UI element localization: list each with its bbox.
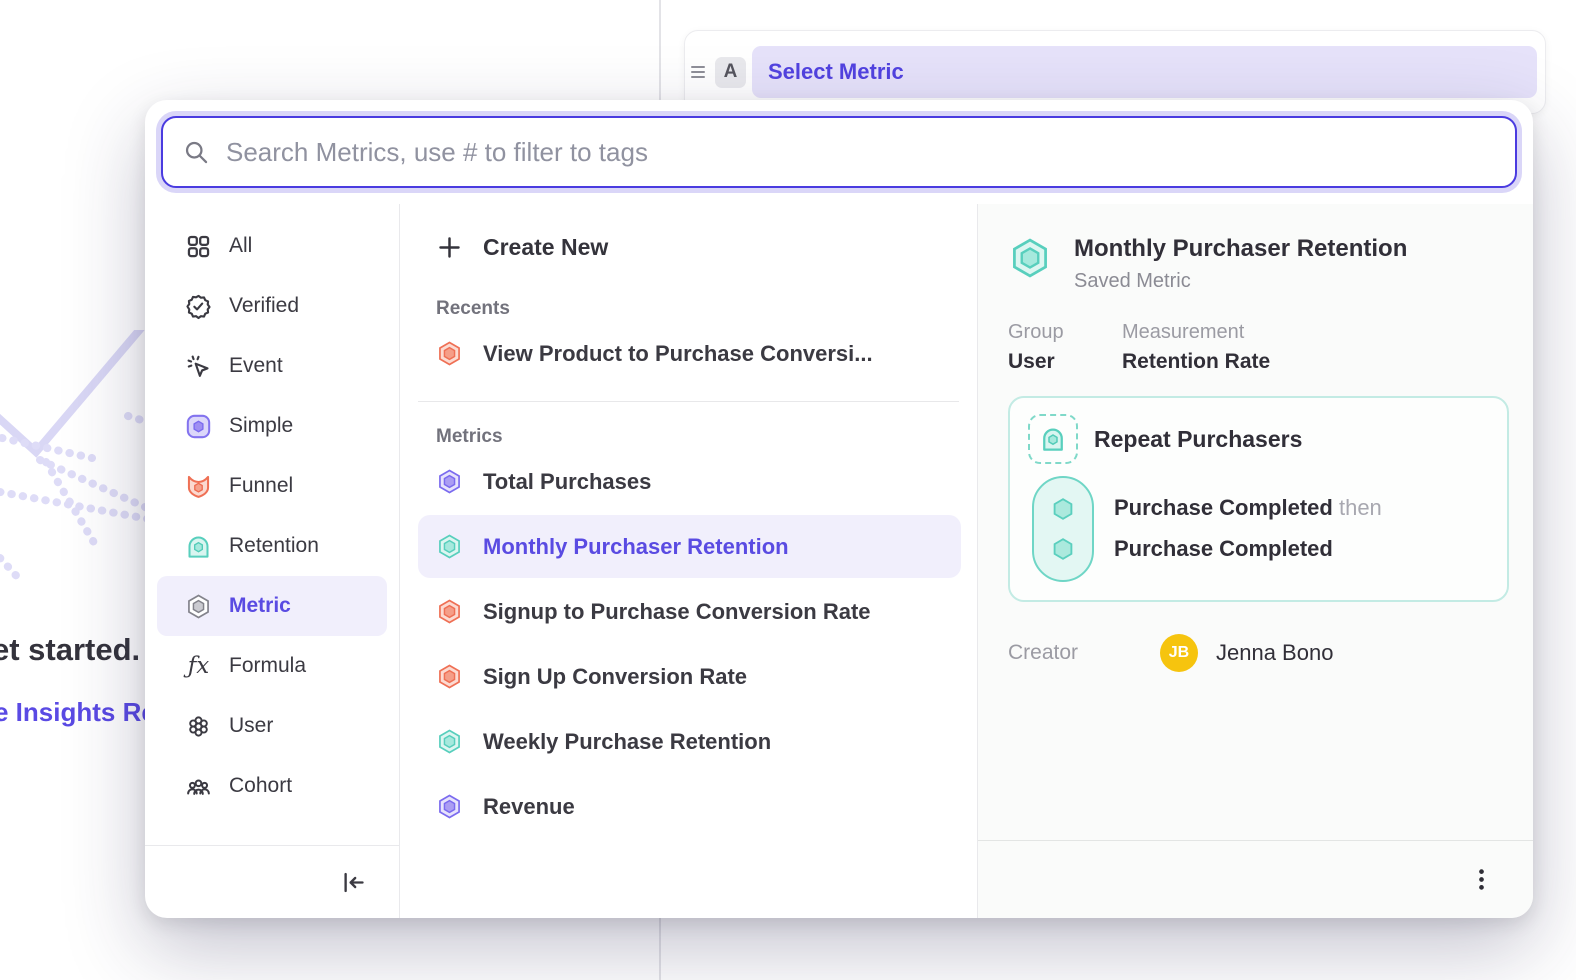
drag-handle-icon[interactable] [691, 66, 709, 78]
filter-sidebar: All Verified [145, 204, 400, 918]
sidebar-item-retention[interactable]: Retention [157, 516, 387, 576]
sidebar-item-label: Retention [229, 534, 319, 558]
metric-detail-panel: Monthly Purchaser Retention Saved Metric… [978, 204, 1533, 918]
retention-metric-hexagon-icon [1008, 236, 1052, 280]
list-item-revenue[interactable]: Revenue [418, 775, 961, 838]
retention-definition-card: Repeat Purchasers [1008, 396, 1509, 602]
behavior-name: Repeat Purchasers [1094, 426, 1302, 453]
event-hexagon-icon [1049, 535, 1077, 563]
sidebar-item-label: Event [229, 354, 283, 378]
section-label-metrics: Metrics [400, 416, 977, 448]
create-new-label: Create New [483, 234, 608, 261]
funnel-metric-hexagon-icon [436, 663, 463, 690]
user-cluster-icon [185, 713, 212, 740]
step-1-event: Purchase Completed [1114, 495, 1333, 520]
sidebar-item-label: Simple [229, 414, 293, 438]
step-connector: then [1339, 495, 1382, 520]
list-item-label: View Product to Purchase Conversi... [483, 341, 873, 367]
sidebar-item-formula[interactable]: ƒx Formula [157, 636, 387, 696]
collapse-sidebar-icon[interactable] [340, 869, 367, 896]
list-item-label: Weekly Purchase Retention [483, 729, 771, 755]
retention-arch-icon [185, 533, 212, 560]
clause-letter-badge: A [715, 57, 746, 88]
sidebar-item-user[interactable]: User [157, 696, 387, 756]
sidebar-item-event[interactable]: Event [157, 336, 387, 396]
creator-label: Creator [1008, 641, 1160, 665]
select-metric-button[interactable]: Select Metric [752, 46, 1537, 98]
funnel-icon [185, 473, 212, 500]
search-input[interactable] [226, 137, 1495, 168]
sidebar-item-simple[interactable]: Simple [157, 396, 387, 456]
funnel-metric-hexagon-icon [436, 340, 463, 367]
retention-metric-hexagon-icon [436, 533, 463, 560]
list-item-label: Signup to Purchase Conversion Rate [483, 599, 871, 625]
list-item-signup-to-purchase-conversion-rate[interactable]: Signup to Purchase Conversion Rate [418, 580, 961, 643]
detail-subtitle: Saved Metric [1074, 270, 1407, 293]
sidebar-item-label: User [229, 714, 273, 738]
sidebar-item-label: Metric [229, 594, 291, 618]
metric-picker-dropdown: All Verified [145, 100, 1533, 918]
sidebar-item-verified[interactable]: Verified [157, 276, 387, 336]
formula-fx-icon: ƒx [185, 653, 212, 680]
creator-name: Jenna Bono [1216, 640, 1333, 666]
list-item-monthly-purchaser-retention[interactable]: Monthly Purchaser Retention [418, 515, 961, 578]
metric-list-panel: Create New Recents View Product to Purch… [400, 204, 978, 918]
list-item-total-purchases[interactable]: Total Purchases [418, 450, 961, 513]
event-hexagon-icon [1049, 495, 1077, 523]
search-icon [183, 139, 210, 166]
grid-icon [185, 233, 212, 260]
simple-metric-icon [185, 413, 212, 440]
simple-metric-hexagon-icon [436, 468, 463, 495]
simple-metric-hexagon-icon [436, 793, 463, 820]
list-item-label: Revenue [483, 794, 575, 820]
metric-hexagon-icon [185, 593, 212, 620]
step-2-event: Purchase Completed [1114, 536, 1333, 561]
list-item-label: Monthly Purchaser Retention [483, 534, 789, 560]
list-item-sign-up-conversion-rate[interactable]: Sign Up Conversion Rate [418, 645, 961, 708]
sidebar-item-metric[interactable]: Metric [157, 576, 387, 636]
verified-badge-icon [185, 293, 212, 320]
sidebar-item-funnel[interactable]: Funnel [157, 456, 387, 516]
sidebar-item-cohort[interactable]: Cohort [157, 756, 387, 816]
create-new-button[interactable]: Create New [400, 220, 977, 274]
list-item-label: Total Purchases [483, 469, 651, 495]
detail-title: Monthly Purchaser Retention [1074, 234, 1407, 264]
list-item-view-product-to-purchase-conversion[interactable]: View Product to Purchase Conversi... [418, 322, 961, 385]
more-options-kebab-icon[interactable] [1468, 866, 1495, 893]
detail-footer [978, 840, 1533, 918]
field-label-measurement: Measurement [1122, 321, 1270, 344]
sidebar-item-all[interactable]: All [157, 216, 387, 276]
sidebar-item-label: Formula [229, 654, 306, 678]
creator-avatar: JB [1160, 634, 1198, 672]
cohort-people-icon [185, 773, 212, 800]
plus-icon [436, 234, 463, 261]
field-value-group: User [1008, 350, 1098, 374]
retention-metric-hexagon-icon [436, 728, 463, 755]
list-item-weekly-purchase-retention[interactable]: Weekly Purchase Retention [418, 710, 961, 773]
event-sequence-capsule [1032, 476, 1094, 582]
funnel-metric-hexagon-icon [436, 598, 463, 625]
field-value-measurement: Retention Rate [1122, 350, 1270, 374]
field-label-group: Group [1008, 321, 1098, 344]
sidebar-item-label: Funnel [229, 474, 293, 498]
select-metric-label: Select Metric [768, 59, 904, 85]
section-label-recents: Recents [400, 288, 977, 320]
cursor-click-icon [185, 353, 212, 380]
sidebar-item-label: All [229, 234, 252, 258]
search-bar [161, 116, 1517, 188]
list-item-label: Sign Up Conversion Rate [483, 664, 747, 690]
sidebar-item-label: Verified [229, 294, 299, 318]
repeat-purchasers-icon [1028, 414, 1078, 464]
sidebar-item-label: Cohort [229, 774, 292, 798]
background-heading-fragment: et started. [0, 632, 140, 668]
list-divider [418, 401, 959, 402]
insights-report-link-fragment[interactable]: e Insights Re [0, 697, 156, 728]
sidebar-footer [145, 845, 399, 918]
